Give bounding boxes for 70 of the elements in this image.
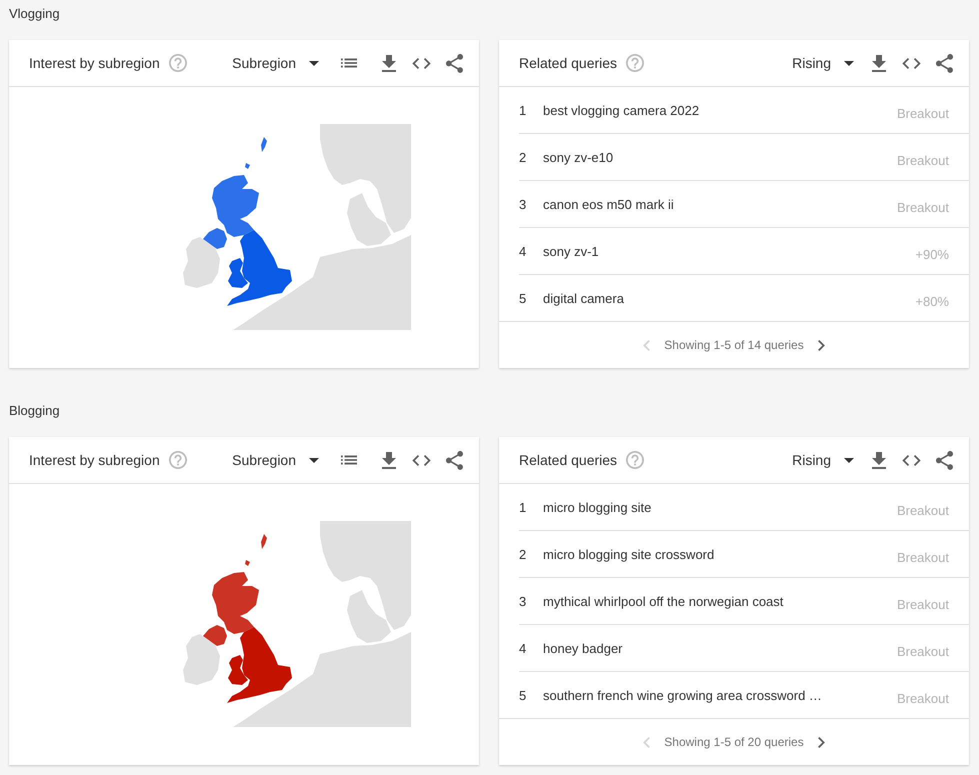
rank-number: 2 — [519, 546, 528, 562]
chevron-right-icon[interactable] — [818, 340, 825, 350]
growth-value: +80% — [915, 292, 949, 308]
query-link[interactable]: micro blogging site crossword — [543, 546, 897, 562]
section-title: Vlogging — [9, 5, 60, 23]
rank-number: 3 — [519, 594, 528, 608]
ireland-land — [183, 237, 220, 288]
rank-number: 3 — [519, 196, 528, 212]
download-icon[interactable] — [382, 54, 396, 72]
card-title: Interest by subregion — [29, 452, 160, 468]
card-title: Related queries — [519, 452, 618, 468]
northern-ireland-region — [203, 625, 227, 646]
northern-ireland-region — [203, 228, 227, 249]
query-link[interactable]: sony zv-1 — [543, 244, 916, 258]
denmark-land — [347, 590, 391, 643]
download-icon[interactable] — [382, 452, 396, 468]
section-title: Blogging — [9, 402, 60, 420]
subregion-dropdown[interactable]: Subregion — [232, 452, 319, 468]
list-icon[interactable] — [341, 455, 357, 465]
download-icon[interactable] — [872, 54, 886, 72]
growth-value: Breakout — [896, 198, 949, 214]
query-link[interactable]: southern french wine growing area crossword … — [543, 688, 897, 702]
wales-region — [228, 655, 248, 685]
rank-number: 1 — [519, 500, 528, 514]
growth-value: Breakout — [896, 502, 949, 518]
caret-icon — [309, 458, 319, 462]
caret-icon — [844, 458, 854, 462]
rising-dropdown[interactable]: Rising — [792, 55, 854, 71]
denmark-land — [347, 193, 391, 246]
subregion-dropdown[interactable]: Subregion — [232, 55, 319, 71]
rank-number: 4 — [519, 244, 528, 258]
share-icon[interactable] — [936, 450, 953, 470]
caret-icon — [309, 60, 319, 66]
code-icon[interactable] — [902, 58, 921, 68]
rising-dropdown[interactable]: Rising — [792, 452, 854, 468]
growth-value: Breakout — [896, 104, 949, 120]
rank-number: 5 — [519, 290, 528, 306]
share-icon[interactable] — [446, 450, 463, 470]
code-icon[interactable] — [902, 454, 921, 466]
list-icon[interactable] — [341, 58, 357, 68]
pagination-text: Showing 1-5 of 14 queries — [664, 338, 804, 352]
query-link[interactable]: micro blogging site — [543, 500, 897, 514]
rank-number: 2 — [519, 150, 528, 164]
growth-value: Breakout — [896, 642, 949, 658]
code-icon[interactable] — [412, 58, 431, 68]
rank-number: 4 — [519, 640, 528, 656]
card-title: Interest by subregion — [29, 55, 160, 71]
query-link[interactable]: honey badger — [543, 640, 897, 656]
share-icon[interactable] — [446, 54, 463, 72]
query-link[interactable]: best vlogging camera 2022 — [543, 102, 897, 118]
share-icon[interactable] — [936, 54, 953, 72]
query-link[interactable]: mythical whirlpool off the norwegian coast — [543, 594, 897, 608]
query-link[interactable]: canon eos m50 mark ii — [543, 196, 897, 212]
growth-value: Breakout — [896, 548, 949, 564]
growth-value: Breakout — [896, 690, 949, 706]
growth-value: Breakout — [896, 596, 949, 612]
rank-number: 1 — [519, 102, 528, 118]
download-icon[interactable] — [872, 452, 886, 468]
query-link[interactable]: digital camera — [543, 290, 916, 306]
chevron-right-icon[interactable] — [818, 736, 825, 748]
wales-region — [228, 258, 248, 288]
query-link[interactable]: sony zv-e10 — [543, 150, 897, 164]
code-icon[interactable] — [412, 454, 431, 466]
ireland-land — [183, 634, 220, 685]
caret-icon — [844, 60, 854, 66]
card-title: Related queries — [519, 55, 618, 71]
growth-value: Breakout — [896, 152, 949, 168]
pagination-text: Showing 1-5 of 20 queries — [664, 735, 804, 749]
rank-number: 5 — [519, 688, 528, 702]
growth-value: +90% — [915, 246, 949, 262]
